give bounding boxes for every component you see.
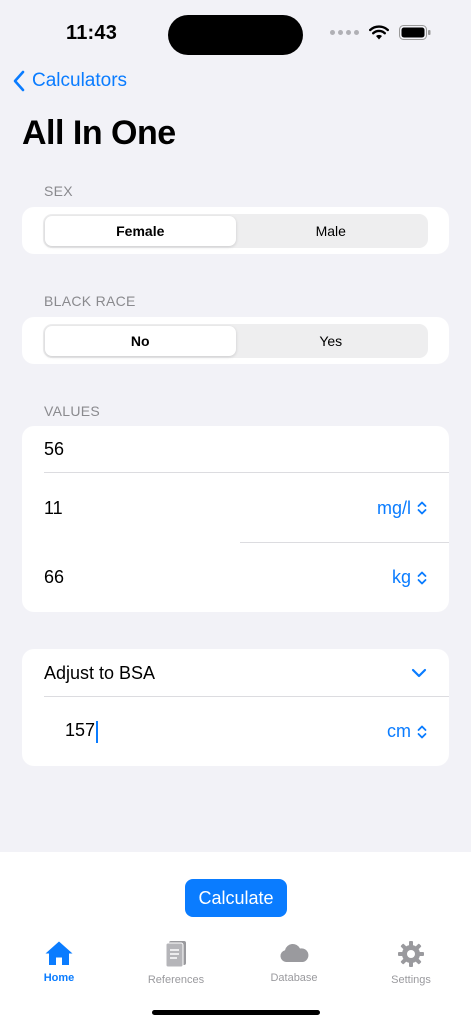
value-field-1[interactable]: 56 <box>44 439 64 460</box>
chevron-down-icon <box>411 668 427 678</box>
tab-database-label: Database <box>270 972 318 984</box>
value-row-2[interactable]: 11 mg/l <box>22 473 449 543</box>
height-row[interactable]: 157 cm <box>22 697 449 766</box>
status-bar: 11:43 <box>0 0 471 60</box>
black-race-option-no[interactable]: No <box>45 326 236 356</box>
value-field-3[interactable]: 66 <box>44 567 64 588</box>
tab-home[interactable]: Home <box>9 940 109 984</box>
dynamic-island <box>168 15 303 55</box>
tab-references[interactable]: References <box>126 940 226 986</box>
calculate-button[interactable]: Calculate <box>185 879 287 917</box>
values-card: 56 11 mg/l 66 kg <box>22 426 449 612</box>
gear-icon <box>398 941 424 967</box>
black-race-option-yes[interactable]: Yes <box>236 326 427 356</box>
black-race-segmented-control: No Yes <box>43 324 428 358</box>
cloud-icon <box>280 943 309 962</box>
status-time: 11:43 <box>66 22 118 44</box>
status-icons <box>330 25 431 40</box>
sex-card: Female Male <box>22 207 449 254</box>
height-value: 157 <box>65 720 96 741</box>
cellular-signal-icon <box>330 30 359 35</box>
value-field-2[interactable]: 11 <box>44 498 63 519</box>
height-input[interactable]: 157 <box>65 720 99 743</box>
sex-option-male[interactable]: Male <box>236 216 427 246</box>
unit-picker-3[interactable]: kg <box>392 567 427 588</box>
values-section-label: VALUES <box>44 403 101 419</box>
chevron-up-down-icon <box>417 725 427 738</box>
text-cursor <box>96 720 99 743</box>
page-title: All In One <box>22 114 176 152</box>
chevron-up-down-icon <box>417 571 427 584</box>
home-indicator <box>152 1010 320 1015</box>
chevron-up-down-icon <box>417 501 427 515</box>
height-unit-label: cm <box>387 721 411 741</box>
sex-section-label: SEX <box>44 183 73 199</box>
tab-references-label: References <box>147 974 205 986</box>
bsa-toggle-row[interactable]: Adjust to BSA <box>22 649 449 697</box>
back-button[interactable]: Calculators <box>12 70 127 92</box>
tab-settings[interactable]: Settings <box>361 940 461 986</box>
sex-option-female[interactable]: Female <box>45 216 236 246</box>
tab-home-label: Home <box>43 972 75 984</box>
bsa-expand-button[interactable] <box>411 668 427 678</box>
bottom-bar: Calculate Home References Database Setti… <box>0 852 471 1024</box>
value-row-3[interactable]: 66 kg <box>22 543 449 612</box>
unit-label-3: kg <box>391 567 411 587</box>
wifi-icon <box>369 25 389 40</box>
bsa-label: Adjust to BSA <box>44 662 156 683</box>
back-button-label: Calculators <box>32 70 128 91</box>
black-race-section-label: BLACK RACE <box>44 293 136 309</box>
unit-picker-2[interactable]: mg/l <box>377 498 427 519</box>
height-unit-picker[interactable]: cm <box>387 721 427 742</box>
house-icon <box>45 941 73 965</box>
bsa-card: Adjust to BSA 157 cm <box>22 649 449 766</box>
sex-segmented-control: Female Male <box>43 214 428 248</box>
battery-icon <box>399 25 431 40</box>
tab-database[interactable]: Database <box>244 940 344 984</box>
unit-label-2: mg/l <box>376 497 411 518</box>
book-icon <box>165 941 186 968</box>
chevron-left-icon <box>13 70 25 92</box>
tab-settings-label: Settings <box>391 974 431 986</box>
black-race-card: No Yes <box>22 317 449 364</box>
value-row-1[interactable]: 56 <box>22 426 449 472</box>
